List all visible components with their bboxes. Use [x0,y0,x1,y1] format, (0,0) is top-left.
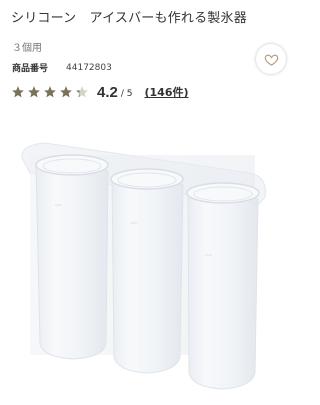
review-count-link[interactable]: (146件) [144,84,188,100]
star-icon [60,86,72,98]
star-icon [12,86,24,98]
rating-max: / 5 [120,88,133,99]
rating-value: 4.2 [97,83,118,101]
rating-row: 4.2 / 5 (146件) [11,82,189,102]
product-image [21,142,266,390]
star-icon [44,86,56,98]
rating-stars [11,85,89,99]
product-subtitle: ３個用 [12,43,42,54]
heart-outline-icon [264,54,278,66]
sku-row: 商品番号 44172803 [12,61,112,75]
product-title: シリコーン アイスバーも作れる製氷器 [11,11,247,26]
star-icon [28,86,40,98]
sku-value: 44172803 [66,62,112,73]
star-icon [76,86,88,98]
sku-label: 商品番号 [12,64,49,74]
favorite-button[interactable] [256,44,286,74]
